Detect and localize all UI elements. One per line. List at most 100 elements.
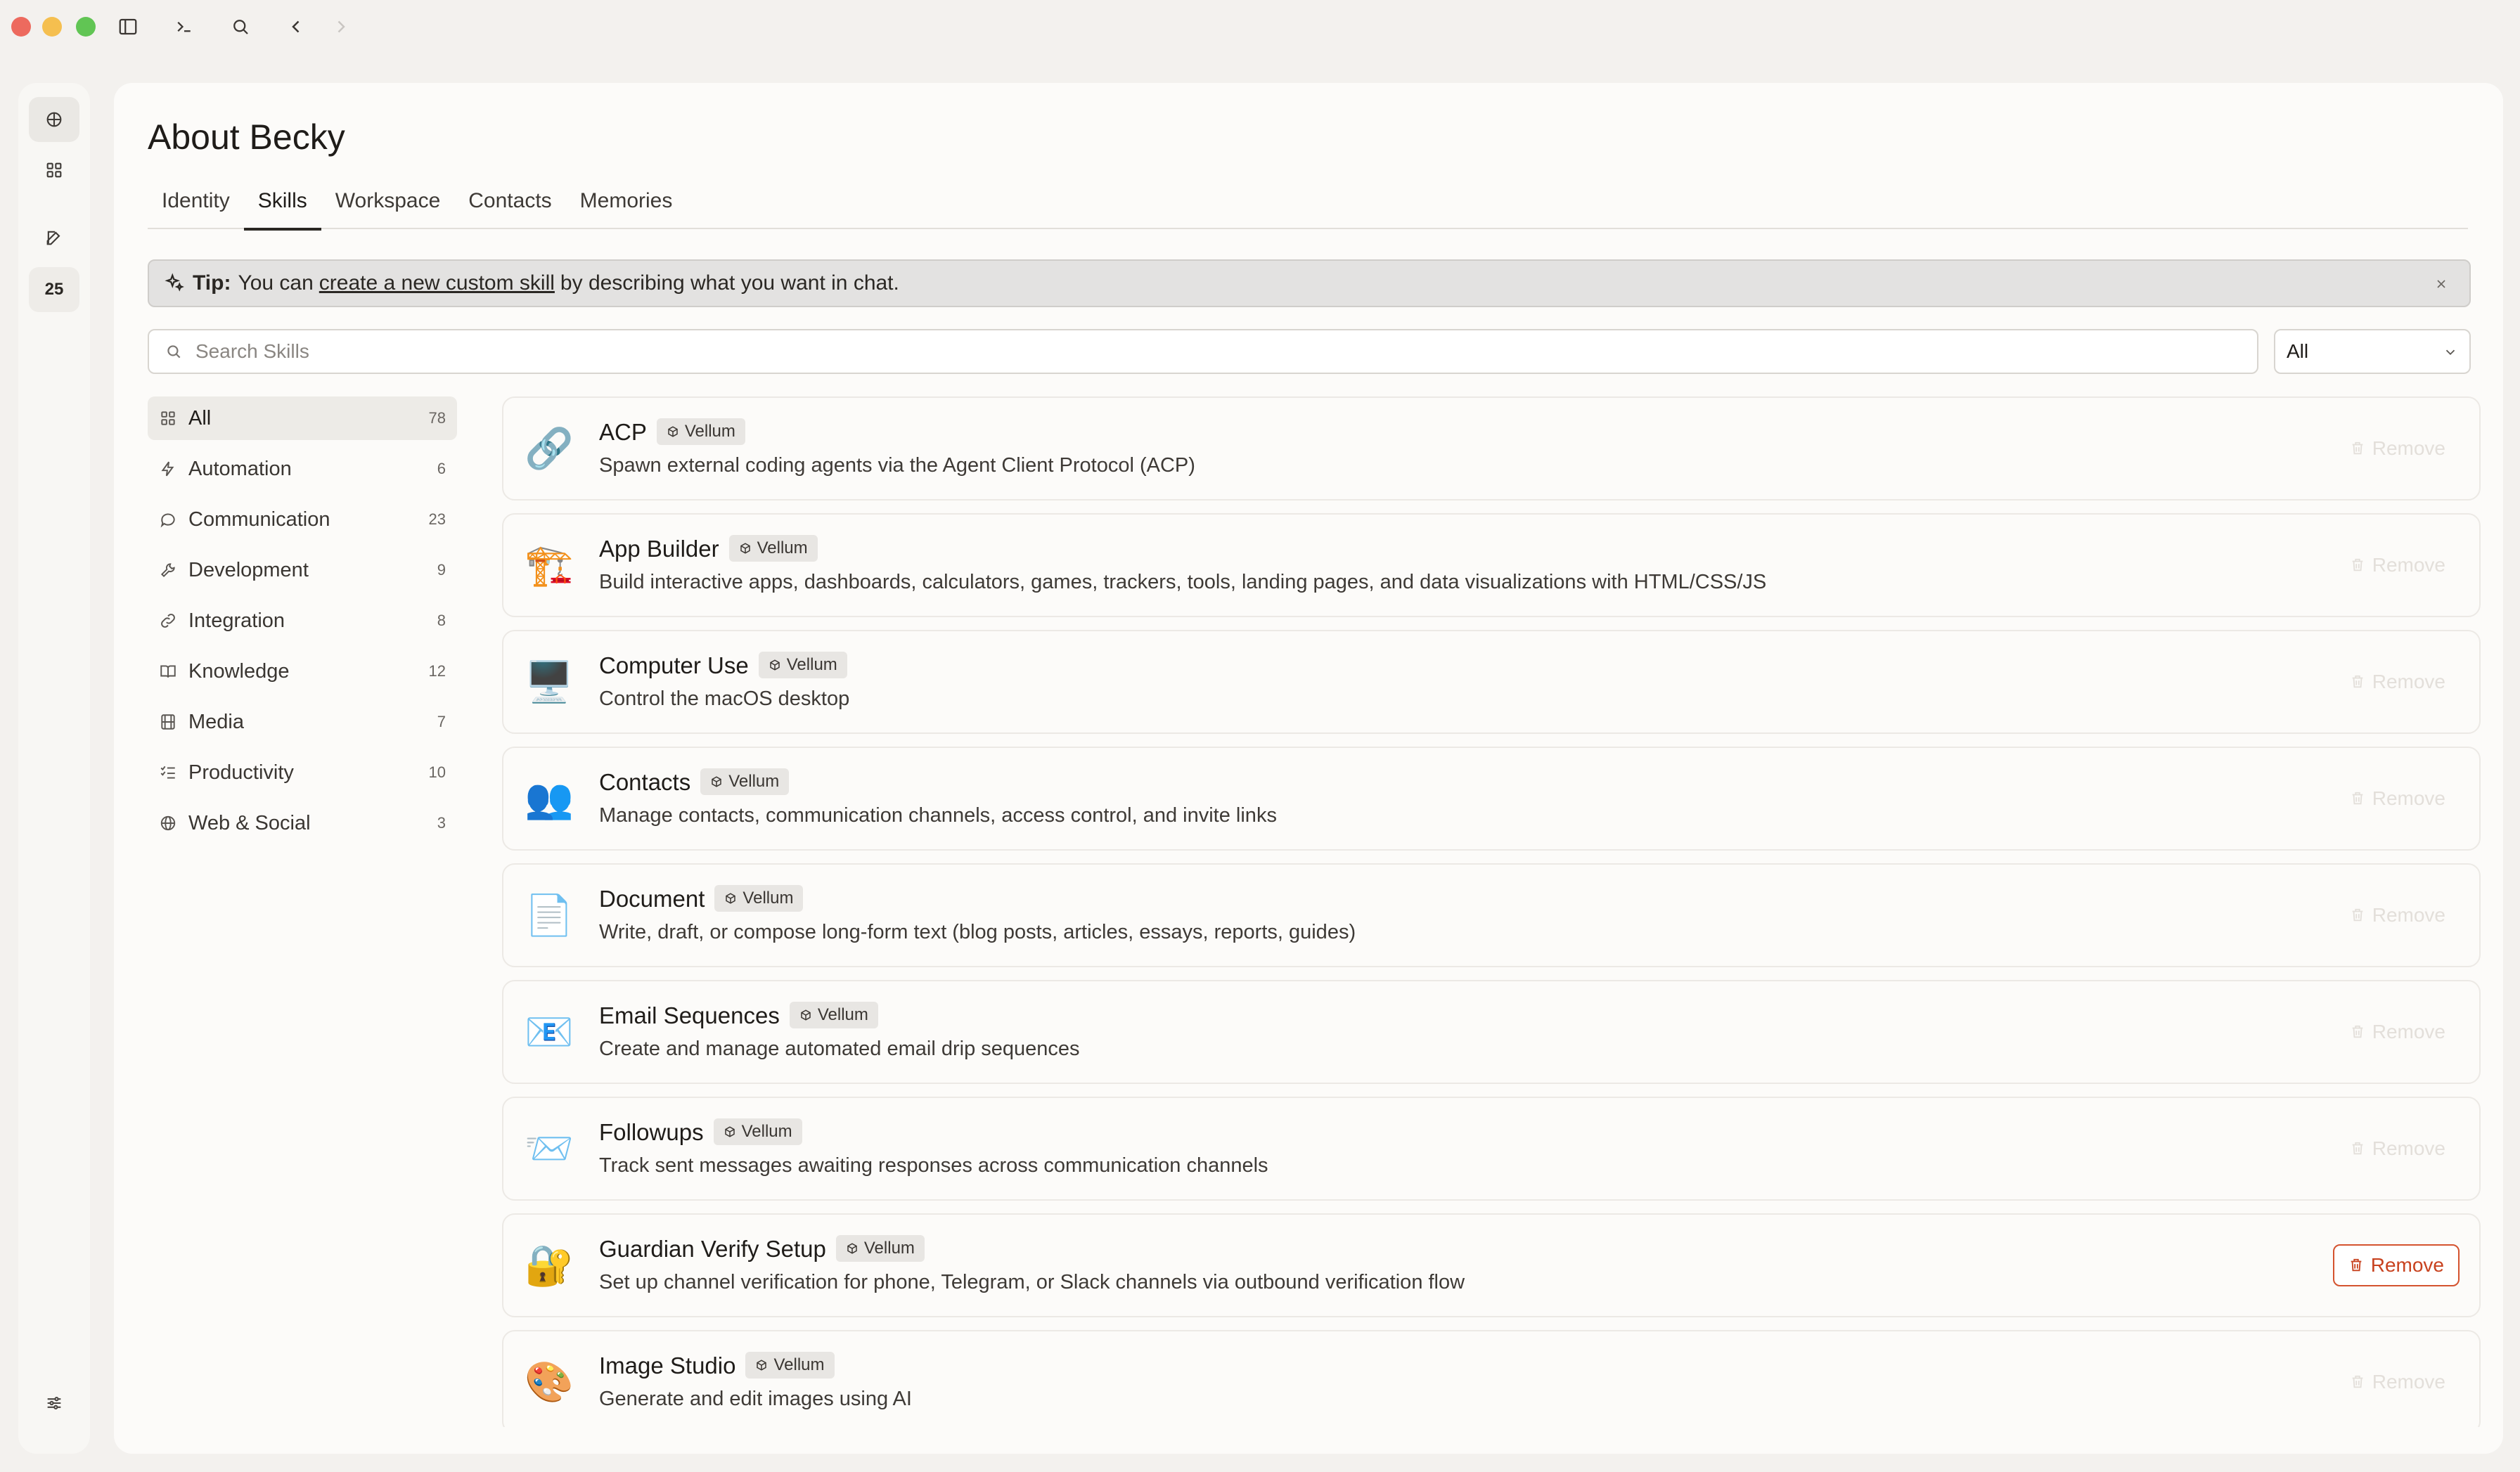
skill-card[interactable]: 🏗️ App Builder Vellum Build interactive a… [502, 513, 2481, 617]
left-rail: 25 [18, 83, 90, 1454]
chevron-down-icon [2445, 349, 2455, 356]
main-panel: About Becky Identity Skills Workspace Co… [114, 83, 2503, 1454]
skill-card[interactable]: 🔐 Guardian Verify Setup Vellum Set up cha… [502, 1213, 2481, 1317]
terminal-icon[interactable] [172, 14, 197, 39]
tab-identity[interactable]: Identity [148, 187, 244, 229]
category-count: 10 [428, 763, 446, 781]
skill-card[interactable]: 📄 Document Vellum Write, draft, or compos… [502, 863, 2481, 967]
skill-name-row: Contacts Vellum [599, 768, 790, 797]
skill-description: Build interactive apps, dashboards, calc… [599, 571, 1767, 593]
skill-icon: 🔐 [525, 1243, 574, 1287]
trash-icon [2352, 1025, 2363, 1038]
remove-button[interactable]: Remove [2336, 427, 2460, 470]
category-item[interactable]: Automation 6 [148, 447, 457, 491]
category-item[interactable]: Integration 8 [148, 599, 457, 643]
zoom-window-button[interactable] [76, 17, 96, 37]
search-box [148, 329, 2258, 374]
tab-workspace[interactable]: Workspace [321, 187, 455, 229]
remove-button[interactable]: Remove [2336, 777, 2460, 820]
category-label: Automation [188, 457, 292, 480]
vellum-badge: Vellum [700, 768, 790, 796]
new-chat-icon[interactable] [29, 215, 79, 260]
package-icon [757, 1360, 767, 1371]
category-item[interactable]: Productivity 10 [148, 751, 457, 794]
skill-card[interactable]: 👥 Contacts Vellum Manage contacts, commun… [502, 747, 2481, 851]
forward-icon[interactable] [328, 14, 353, 39]
chat-bubble-icon [160, 513, 175, 528]
category-item[interactable]: Knowledge 12 [148, 650, 457, 693]
settings-sliders-icon[interactable] [41, 1390, 67, 1416]
category-item[interactable]: Communication 23 [148, 498, 457, 541]
filter-select[interactable]: All [2274, 329, 2471, 374]
category-label: Web & Social [188, 811, 311, 834]
skill-name-row: App Builder Vellum [599, 535, 818, 564]
remove-button[interactable]: Remove [2336, 1128, 2460, 1170]
skill-name: Email Sequences [599, 1002, 780, 1028]
category-label: All [188, 406, 212, 430]
skill-name-row: Document Vellum [599, 885, 804, 914]
close-window-button[interactable] [11, 17, 31, 37]
skill-card[interactable]: 🔗 ACP Vellum Spawn external coding agents… [502, 396, 2481, 501]
count-badge[interactable]: 25 [29, 267, 79, 312]
trash-icon [2352, 1142, 2363, 1155]
category-count: 78 [428, 409, 446, 427]
search-icon[interactable] [228, 14, 253, 39]
skill-card[interactable]: 🎨 Image Studio Vellum Generate and edit i… [502, 1330, 2481, 1427]
bolt-icon [161, 461, 174, 477]
sidebar-toggle-icon[interactable] [115, 14, 141, 39]
grid-icon [161, 411, 175, 425]
skill-description: Track sent messages awaiting responses a… [599, 1154, 1268, 1177]
remove-button[interactable]: Remove [2336, 894, 2460, 936]
back-icon[interactable] [284, 14, 309, 39]
vellum-badge: Vellum [758, 652, 847, 679]
badge-label: Vellum [773, 1355, 825, 1375]
minimize-window-button[interactable] [42, 17, 62, 37]
remove-button[interactable]: Remove [2336, 544, 2460, 586]
tab-contacts[interactable]: Contacts [454, 187, 565, 229]
assistant-icon[interactable] [29, 97, 79, 142]
remove-button[interactable]: Remove [2332, 1244, 2460, 1286]
category-list: All 78 Automation 6 Communication 23 Dev… [148, 396, 457, 852]
skill-card[interactable]: 🖥️ Computer Use Vellum Control the macOS … [502, 630, 2481, 734]
tip-text-after: by describing what you want in chat. [560, 271, 899, 295]
tab-memories[interactable]: Memories [566, 187, 687, 229]
package-icon [712, 776, 721, 787]
category-count: 3 [437, 814, 446, 832]
trash-icon [2352, 558, 2363, 572]
apps-grid-icon[interactable] [29, 148, 79, 193]
package-icon [801, 1009, 811, 1021]
category-item[interactable]: Web & Social 3 [148, 801, 457, 845]
remove-button[interactable]: Remove [2336, 1011, 2460, 1053]
remove-label: Remove [2372, 1137, 2445, 1159]
skill-icon: 🔗 [525, 426, 574, 470]
skill-card[interactable]: 📧 Email Sequences Vellum Create and manag… [502, 980, 2481, 1084]
trash-icon [2352, 441, 2363, 455]
remove-label: Remove [2372, 671, 2445, 692]
vellum-badge: Vellum [713, 1118, 802, 1146]
remove-label: Remove [2372, 787, 2445, 809]
skill-card[interactable]: 📨 Followups Vellum Track sent messages aw… [502, 1097, 2481, 1201]
trash-icon [2352, 908, 2363, 922]
sparkle-icon [165, 273, 184, 292]
remove-button[interactable]: Remove [2336, 1361, 2460, 1403]
skill-name: Followups [599, 1119, 704, 1145]
vellum-badge: Vellum [714, 885, 804, 912]
checklist-icon [160, 766, 175, 779]
skill-icon: 👥 [525, 776, 574, 820]
skill-description: Write, draft, or compose long-form text … [599, 921, 1356, 943]
skill-name-row: ACP Vellum [599, 418, 745, 447]
category-item[interactable]: Media 7 [148, 700, 457, 744]
badge-label: Vellum [863, 1239, 915, 1258]
category-label: Communication [188, 508, 330, 531]
skill-name: App Builder [599, 536, 719, 562]
badge-label: Vellum [786, 655, 837, 675]
category-item[interactable]: Development 9 [148, 548, 457, 592]
badge-label: Vellum [684, 422, 735, 441]
remove-button[interactable]: Remove [2336, 661, 2460, 703]
category-item[interactable]: All 78 [148, 396, 457, 440]
close-icon[interactable] [2434, 273, 2455, 295]
search-input[interactable] [195, 340, 2164, 363]
tab-skills[interactable]: Skills [243, 187, 321, 231]
skill-name-row: Followups Vellum [599, 1118, 802, 1147]
create-custom-skill-link[interactable]: create a new custom skill [319, 271, 555, 295]
